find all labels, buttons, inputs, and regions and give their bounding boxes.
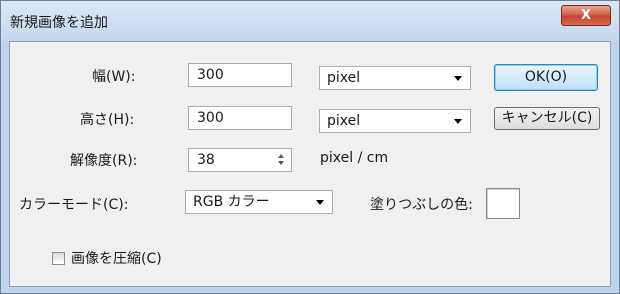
close-icon: X (580, 8, 592, 23)
color-mode-label: カラーモード(C): (19, 197, 129, 213)
compress-label[interactable]: 画像を圧縮(C) (71, 248, 162, 268)
height-input[interactable]: 300 (188, 106, 292, 130)
cancel-button[interactable]: キャンセル(C) (494, 107, 600, 130)
chevron-down-icon (454, 76, 462, 81)
resolution-value: 38 (197, 152, 215, 168)
height-label: 高さ(H): (80, 112, 135, 128)
width-unit-value: pixel (327, 70, 361, 86)
width-label: 幅(W): (92, 69, 136, 85)
width-unit-select[interactable]: pixel (319, 66, 471, 90)
title-bar[interactable]: 新規画像を追加 X (1, 1, 619, 41)
fill-color-label: 塗りつぶしの色: (370, 197, 473, 213)
spin-up-icon[interactable] (278, 154, 284, 158)
height-unit-value: pixel (327, 113, 361, 129)
resolution-label: 解像度(R): (70, 153, 138, 169)
chevron-down-icon (316, 200, 324, 205)
width-input[interactable]: 300 (188, 63, 292, 87)
new-image-dialog: 新規画像を追加 X 幅(W): 300 pixel OK(O) 高さ(H): 3… (0, 0, 620, 294)
color-mode-value: RGB カラー (193, 194, 270, 210)
cancel-button-label: キャンセル(C) (501, 110, 593, 126)
chevron-down-icon (454, 119, 462, 124)
resolution-unit: pixel / cm (320, 150, 389, 166)
color-mode-select[interactable]: RGB カラー (185, 190, 333, 214)
dialog-content: 幅(W): 300 pixel OK(O) 高さ(H): 300 pixel キ… (9, 41, 611, 287)
close-button[interactable]: X (561, 5, 611, 26)
ok-button-label: OK(O) (524, 69, 568, 85)
resolution-spinner[interactable] (275, 149, 287, 171)
fill-color-swatch[interactable] (486, 188, 520, 219)
ok-button[interactable]: OK(O) (494, 64, 598, 91)
dialog-title: 新規画像を追加 (10, 15, 108, 31)
spin-down-icon[interactable] (278, 161, 284, 165)
compress-checkbox[interactable] (52, 252, 65, 265)
resolution-input[interactable]: 38 (188, 148, 292, 172)
height-unit-select[interactable]: pixel (319, 109, 471, 133)
